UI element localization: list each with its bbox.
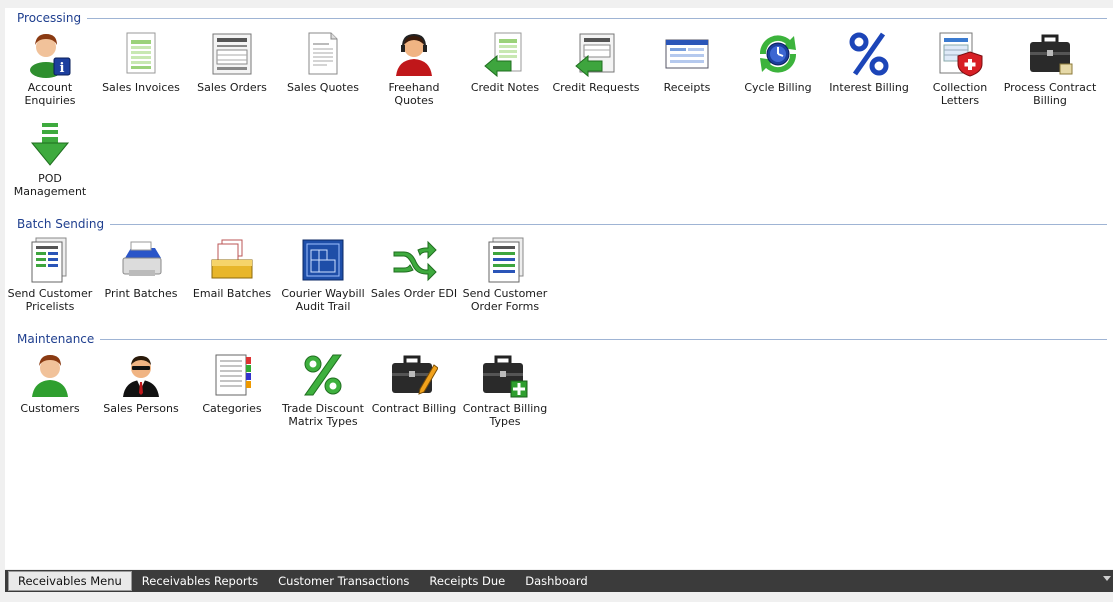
email-batches-tile[interactable]: Email Batches [186,236,278,300]
send-customer-pricelists-label: Send Customer Pricelists [7,287,93,313]
letter-shield-icon [939,32,983,77]
sales-quotes-label: Sales Quotes [287,81,359,94]
quote-document-icon [308,32,338,75]
interest-billing-label: Interest Billing [829,81,909,94]
customers-label: Customers [20,402,80,415]
contract-billing-types-label: Contract Billing Types [462,402,548,428]
briefcase-pencil-icon [392,355,438,395]
section-divider [87,17,1107,19]
contract-billing-tile[interactable]: Contract Billing [368,351,460,415]
headset-agent-icon [396,33,432,76]
green-percent-icon [304,354,342,396]
freehand-quotes-tile[interactable]: Freehand Quotes [368,30,460,107]
order-form-icon [212,33,252,75]
maintenance-section-title: Maintenance [17,332,95,346]
print-batches-label: Print Batches [104,287,178,300]
receivables-menu-panel: Processing i Account Enquiries Sales Inv… [5,8,1113,569]
trade-discount-matrix-types-tile[interactable]: Trade Discount Matrix Types [277,351,369,428]
salesperson-suit-icon [123,356,159,397]
pod-management-label: POD Management [13,172,87,198]
cycle-billing-label: Cycle Billing [744,81,812,94]
credit-notes-label: Credit Notes [470,81,540,94]
sales-order-edi-tile[interactable]: Sales Order EDI [368,236,460,300]
sales-persons-label: Sales Persons [103,402,179,415]
courier-waybill-audit-trail-tile[interactable]: Courier Waybill Audit Trail [277,236,369,313]
shuffle-arrows-icon [393,240,437,282]
credit-note-arrow-icon [484,32,522,78]
send-customer-order-forms-label: Send Customer Order Forms [462,287,548,313]
sales-persons-tile[interactable]: Sales Persons [95,351,187,415]
customers-tile[interactable]: Customers [4,351,96,415]
trade-discount-matrix-types-label: Trade Discount Matrix Types [282,402,364,428]
blueprint-icon [302,239,344,281]
section-divider [110,223,1107,225]
send-customer-pricelists-tile[interactable]: Send Customer Pricelists [4,236,96,313]
receipt-window-icon [665,39,709,69]
bottom-tab-bar: Receivables Menu Receivables Reports Cus… [5,570,1113,592]
courier-waybill-audit-trail-label: Courier Waybill Audit Trail [281,287,365,313]
batch-sending-section-title: Batch Sending [17,217,105,231]
categories-tile[interactable]: Categories [186,351,278,415]
receipts-label: Receipts [663,81,711,94]
sales-order-edi-label: Sales Order EDI [370,287,458,300]
tab-dashboard[interactable]: Dashboard [515,571,597,591]
collection-letters-tile[interactable]: Collection Letters [914,30,1006,107]
interest-billing-tile[interactable]: Interest Billing [823,30,915,94]
process-contract-billing-tile[interactable]: Process Contract Billing [1004,30,1096,107]
download-arrow-icon [30,123,70,166]
contract-billing-types-tile[interactable]: Contract Billing Types [459,351,551,428]
credit-requests-tile[interactable]: Credit Requests [550,30,642,94]
sales-orders-tile[interactable]: Sales Orders [186,30,278,94]
sales-invoices-tile[interactable]: Sales Invoices [95,30,187,94]
process-contract-billing-label: Process Contract Billing [1003,81,1097,107]
notebook-tabs-icon [215,354,251,396]
customer-person-icon [32,355,68,397]
section-divider [100,338,1107,340]
briefcase-add-icon [483,355,528,398]
batch-sending-section-header: Batch Sending [5,216,1107,232]
send-customer-order-forms-tile[interactable]: Send Customer Order Forms [459,236,551,313]
print-batches-tile[interactable]: Print Batches [95,236,187,300]
cycle-billing-tile[interactable]: Cycle Billing [732,30,824,94]
freehand-quotes-label: Freehand Quotes [388,81,440,107]
contract-billing-label: Contract Billing [371,402,457,415]
tab-customer-transactions[interactable]: Customer Transactions [268,571,419,591]
clock-cycle-icon [759,35,797,73]
pricelist-documents-icon [31,237,67,283]
maintenance-section-header: Maintenance [5,331,1107,347]
printer-icon [122,241,162,276]
credit-request-arrow-icon [575,33,615,78]
tab-overflow-dropdown-icon[interactable] [1103,576,1111,581]
collection-letters-label: Collection Letters [932,81,988,107]
order-forms-documents-icon [488,237,524,283]
tab-receivables-menu[interactable]: Receivables Menu [8,571,132,591]
pod-management-tile[interactable]: POD Management [4,121,96,198]
tab-receivables-reports[interactable]: Receivables Reports [132,571,268,591]
categories-label: Categories [202,402,262,415]
sales-quotes-tile[interactable]: Sales Quotes [277,30,369,94]
sales-invoices-label: Sales Invoices [102,81,180,94]
bottom-strip [0,592,1113,602]
processing-section-title: Processing [17,11,82,25]
account-enquiries-label: Account Enquiries [24,81,76,107]
mail-tray-icon [211,239,253,279]
receipts-tile[interactable]: Receipts [641,30,733,94]
tab-receipts-due[interactable]: Receipts Due [419,571,515,591]
email-batches-label: Email Batches [192,287,272,300]
credit-notes-tile[interactable]: Credit Notes [459,30,551,94]
briefcase-icon [1030,34,1073,75]
account-enquiries-tile[interactable]: i Account Enquiries [4,30,96,107]
invoice-sheet-icon [126,32,156,74]
processing-section-header: Processing [5,10,1107,26]
sales-orders-label: Sales Orders [197,81,267,94]
credit-requests-label: Credit Requests [552,81,640,94]
svg-text:i: i [60,61,65,76]
account-info-person-icon: i [30,34,71,78]
percent-icon [849,32,889,76]
